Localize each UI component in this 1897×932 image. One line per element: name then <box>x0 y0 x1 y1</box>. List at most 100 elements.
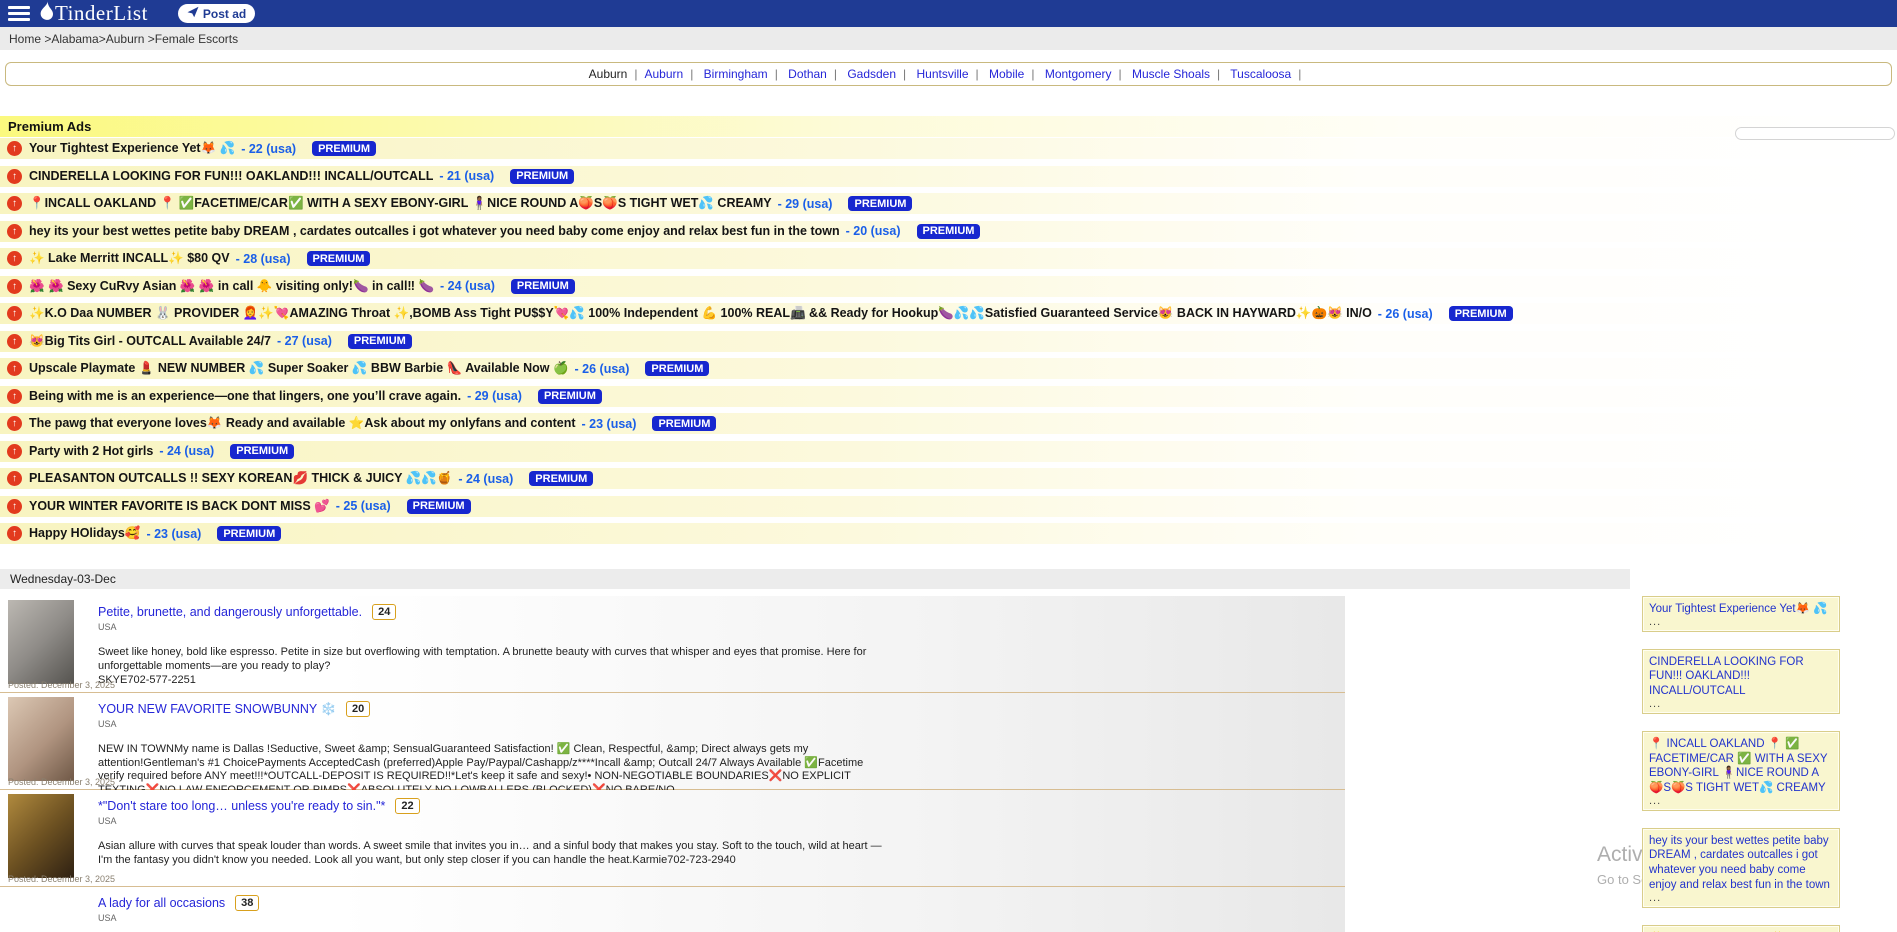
premium-ad-title[interactable]: Upscale Playmate 💄 NEW NUMBER 💦 Super So… <box>29 361 569 376</box>
sidebar-premium-title-link[interactable]: 📍 INCALL OAKLAND 📍 ✅ FACETIME/CAR ✅ WITH… <box>1649 737 1833 796</box>
premium-ad-row[interactable]: ↑ YOUR WINTER FAVORITE IS BACK DONT MISS… <box>0 496 1897 517</box>
premium-ad-title[interactable]: ✨ Lake Merritt INCALL✨ $80 QV <box>29 251 230 266</box>
city-link[interactable]: Gadsden <box>847 67 896 81</box>
sidebar-premium-box[interactable]: hey its your best wettes petite baby DRE… <box>1642 828 1840 908</box>
premium-badge: PREMIUM <box>1449 306 1513 321</box>
sidebar-premium-box[interactable]: 📍 INCALL OAKLAND 📍 ✅ FACETIME/CAR ✅ WITH… <box>1642 731 1840 811</box>
premium-ad-age-region: - 21 (usa) <box>439 169 494 183</box>
premium-ad-row[interactable]: ↑ Your Tightest Experience Yet🦊 💦 - 22 (… <box>0 138 1897 159</box>
premium-badge: PREMIUM <box>348 334 412 349</box>
premium-ad-title[interactable]: Your Tightest Experience Yet🦊 💦 <box>29 141 235 156</box>
hamburger-menu-icon[interactable] <box>8 6 30 21</box>
city-link[interactable]: Dothan <box>788 67 827 81</box>
age-badge: 20 <box>346 701 370 717</box>
up-arrow-icon: ↑ <box>7 279 22 294</box>
listing-description: NEW IN TOWNMy name is Dallas !Seductive,… <box>98 743 888 797</box>
premium-ad-title[interactable]: PLEASANTON OUTCALLS !! SEXY KOREAN💋 THIC… <box>29 471 452 486</box>
sidebar-premium-box[interactable]: CINDERELLA LOOKING FOR FUN!!! OAKLAND!!!… <box>1642 649 1840 714</box>
breadcrumb-text: Home >Alabama>Auburn >Female Escorts <box>9 32 238 46</box>
premium-ad-title[interactable]: Party with 2 Hot girls <box>29 444 153 458</box>
premium-badge: PREMIUM <box>529 471 593 486</box>
premium-ad-row[interactable]: ↑ PLEASANTON OUTCALLS !! SEXY KOREAN💋 TH… <box>0 468 1897 489</box>
premium-ad-row[interactable]: ↑ Party with 2 Hot girls - 24 (usa) PREM… <box>0 441 1897 462</box>
premium-ad-age-region: - 24 (usa) <box>159 444 214 458</box>
breadcrumb[interactable]: Home >Alabama>Auburn >Female Escorts <box>0 27 1897 50</box>
city-link[interactable]: Birmingham <box>704 67 768 81</box>
listing-title-link[interactable]: Petite, brunette, and dangerously unforg… <box>98 605 362 619</box>
premium-ad-title[interactable]: CINDERELLA LOOKING FOR FUN!!! OAKLAND!!!… <box>29 169 433 183</box>
listing-photo-thumbnail[interactable] <box>8 600 74 684</box>
up-arrow-icon: ↑ <box>7 251 22 266</box>
up-arrow-icon: ↑ <box>7 526 22 541</box>
age-badge: 38 <box>235 895 259 911</box>
premium-ad-title[interactable]: ✨K.O Daa NUMBER 🐰 PROVIDER 👩‍🦰✨💘AMAZING … <box>29 306 1372 321</box>
up-arrow-icon: ↑ <box>7 141 22 156</box>
sidebar-premium-box[interactable]: Your Tightest Experience Yet🦊 💦 ... <box>1642 596 1840 632</box>
premium-ads-list: ↑ Your Tightest Experience Yet🦊 💦 - 22 (… <box>0 138 1897 544</box>
listing-title-link[interactable]: *"Don't stare too long… unless you're re… <box>98 799 385 813</box>
premium-ad-row[interactable]: ↑ hey its your best wettes petite baby D… <box>0 221 1897 242</box>
city-link[interactable]: Tuscaloosa <box>1230 67 1291 81</box>
premium-ad-title[interactable]: hey its your best wettes petite baby DRE… <box>29 224 840 238</box>
city-link[interactable]: Muscle Shoals <box>1132 67 1210 81</box>
listing-photo-thumbnail[interactable] <box>8 794 74 878</box>
sidebar-premium-title-link[interactable]: Your Tightest Experience Yet🦊 💦 <box>1649 602 1833 617</box>
site-title: TinderList <box>55 1 148 26</box>
premium-badge: PREMIUM <box>538 389 602 404</box>
listing-title-link[interactable]: A lady for all occasions <box>98 896 225 910</box>
premium-ad-age-region: - 29 (usa) <box>778 197 833 211</box>
city-link[interactable]: Montgomery <box>1045 67 1112 81</box>
listing-item[interactable]: *"Don't stare too long… unless you're re… <box>0 790 1345 887</box>
sidebar-ellipsis: ... <box>1649 617 1833 627</box>
date-group-header: Wednesday-03-Dec <box>0 569 1630 589</box>
city-link[interactable]: Auburn <box>644 67 683 81</box>
premium-badge: PREMIUM <box>217 526 281 541</box>
premium-ad-title[interactable]: Being with me is an experience—one that … <box>29 389 461 403</box>
premium-badge: PREMIUM <box>312 141 376 156</box>
up-arrow-icon: ↑ <box>7 196 22 211</box>
premium-ad-age-region: - 20 (usa) <box>846 224 901 238</box>
premium-ad-age-region: - 23 (usa) <box>146 527 201 541</box>
city-link[interactable]: Mobile <box>989 67 1024 81</box>
premium-ad-title[interactable]: 🌺 🌺 Sexy CuRvy Asian 🌺 🌺 in call 🐥 visit… <box>29 279 434 294</box>
listing-item[interactable]: A lady for all occasions 38 USA <box>0 887 1345 932</box>
posted-date: Posted: December 3, 2025 <box>8 777 115 787</box>
city-links: Auburn| Birmingham| Dothan| Gadsden| Hun… <box>644 67 1308 81</box>
sidebar-boxes: Your Tightest Experience Yet🦊 💦 ... CIND… <box>1642 596 1840 932</box>
premium-ad-title[interactable]: 😻Big Tits Girl - OUTCALL Available 24/7 <box>29 334 271 349</box>
listing-title-link[interactable]: YOUR NEW FAVORITE SNOWBUNNY ❄️ <box>98 702 336 717</box>
premium-ad-row[interactable]: ↑ Being with me is an experience—one tha… <box>0 386 1897 407</box>
premium-ad-row[interactable]: ↑ 🌺 🌺 Sexy CuRvy Asian 🌺 🌺 in call 🐥 vis… <box>0 276 1897 297</box>
listing-photo-thumbnail[interactable] <box>8 891 74 932</box>
premium-ad-age-region: - 23 (usa) <box>582 417 637 431</box>
premium-ad-row[interactable]: ↑ Upscale Playmate 💄 NEW NUMBER 💦 Super … <box>0 358 1897 379</box>
sidebar-premium-title-link[interactable]: hey its your best wettes petite baby DRE… <box>1649 834 1833 893</box>
listing-item[interactable]: YOUR NEW FAVORITE SNOWBUNNY ❄️ 20 USA NE… <box>0 693 1345 790</box>
sidebar-premium-box[interactable]: ✨ Lake Merritt INCALL✨ $80 QV ... <box>1642 925 1840 932</box>
posted-date: Posted: December 3, 2025 <box>8 680 115 690</box>
premium-ad-row[interactable]: ↑ Happy HOlidays🥰 - 23 (usa) PREMIUM <box>0 523 1897 544</box>
premium-ad-age-region: - 26 (usa) <box>1378 307 1433 321</box>
premium-ad-title[interactable]: The pawg that everyone loves🦊 Ready and … <box>29 416 576 431</box>
premium-ad-row[interactable]: ↑ The pawg that everyone loves🦊 Ready an… <box>0 413 1897 434</box>
premium-ad-title[interactable]: 📍INCALL OAKLAND 📍 ✅FACETIME/CAR✅ WITH A … <box>29 196 772 211</box>
up-arrow-icon: ↑ <box>7 444 22 459</box>
premium-ad-row[interactable]: ↑ CINDERELLA LOOKING FOR FUN!!! OAKLAND!… <box>0 166 1897 187</box>
site-logo[interactable]: TinderList <box>38 1 148 27</box>
listing-item[interactable]: Petite, brunette, and dangerously unforg… <box>0 596 1345 693</box>
sidebar-premium-title-link[interactable]: CINDERELLA LOOKING FOR FUN!!! OAKLAND!!!… <box>1649 655 1833 699</box>
premium-ad-age-region: - 24 (usa) <box>440 279 495 293</box>
up-arrow-icon: ↑ <box>7 416 22 431</box>
city-link[interactable]: Huntsville <box>917 67 969 81</box>
premium-ad-row[interactable]: ↑ 📍INCALL OAKLAND 📍 ✅FACETIME/CAR✅ WITH … <box>0 193 1897 214</box>
premium-ad-title[interactable]: Happy HOlidays🥰 <box>29 526 140 541</box>
premium-ad-row[interactable]: ↑ 😻Big Tits Girl - OUTCALL Available 24/… <box>0 331 1897 352</box>
listing-photo-thumbnail[interactable] <box>8 697 74 781</box>
premium-ad-row[interactable]: ↑ ✨ Lake Merritt INCALL✨ $80 QV - 28 (us… <box>0 248 1897 269</box>
premium-ad-row[interactable]: ↑ ✨K.O Daa NUMBER 🐰 PROVIDER 👩‍🦰✨💘AMAZIN… <box>0 303 1897 324</box>
up-arrow-icon: ↑ <box>7 224 22 239</box>
premium-ad-title[interactable]: YOUR WINTER FAVORITE IS BACK DONT MISS 💕 <box>29 499 330 514</box>
premium-badge: PREMIUM <box>510 169 574 184</box>
post-ad-button[interactable]: Post ad <box>178 4 255 23</box>
premium-ad-age-region: - 27 (usa) <box>277 334 332 348</box>
